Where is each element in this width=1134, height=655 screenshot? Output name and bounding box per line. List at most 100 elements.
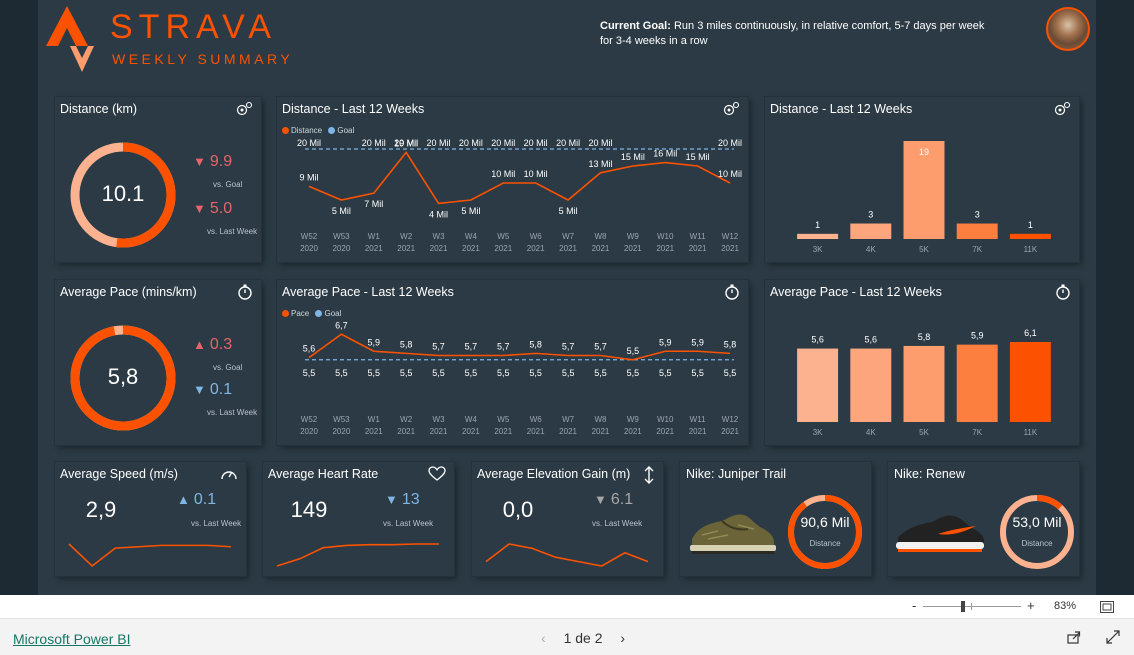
distance-trend-value-label: 15 Mil	[686, 152, 710, 162]
pace-trend-week-label: W5	[497, 415, 510, 424]
shoe-image-renew	[896, 515, 984, 552]
down-arrow-icon: ▼	[385, 492, 398, 507]
map-pin-icon	[235, 101, 253, 120]
pace-trend-year-label: 2021	[592, 427, 610, 436]
distance-vs-last: ▼ 5.0	[193, 200, 232, 218]
speed-kpi-card[interactable]: Average Speed (m/s) 2,9 ▲ 0.1 vs. Last We…	[55, 462, 246, 576]
distance-buckets-card[interactable]: Distance - Last 12 Weeks 1 3K 3 4K 19 5K 3 7K 1 1…	[765, 97, 1079, 262]
elevation-delta: ▼ 6.1	[594, 491, 633, 509]
distance-vs-goal-value: 9.9	[209, 153, 233, 170]
distance-buckets-value-label: 3	[868, 210, 873, 220]
power-bi-link[interactable]: Microsoft Power BI	[13, 631, 130, 647]
pace-trend-year-label: 2021	[689, 427, 707, 436]
pace-trend-week-label: W11	[690, 415, 706, 424]
shoe-image-juniper	[690, 514, 776, 554]
distance-trend-goal-label: 20 Mil	[297, 138, 321, 148]
distance-buckets-category-label: 5K	[919, 245, 929, 254]
distance-kpi-card[interactable]: Distance (km) 10.1 ▼ 9.9 vs. Goal ▼ 5.0 vs…	[55, 97, 261, 262]
distance-trend-card[interactable]: Distance - Last 12 Weeks Distance Goal 9…	[277, 97, 748, 262]
shoe-ring-renew	[1000, 495, 1074, 569]
share-icon[interactable]	[1067, 630, 1081, 649]
prev-page-button[interactable]: ‹	[541, 630, 546, 646]
distance-trend-goal-label: 20 Mil	[524, 138, 548, 148]
pace-trend-goal-label: 5,5	[594, 368, 607, 378]
pace-trend-chart: 5,6 5,5 W52 2020 6,7 5,5 W53 2020 5,9 5,5 W1 2021 5,…	[300, 320, 739, 436]
footer-bar: Microsoft Power BI ‹ 1 de 2 ›	[0, 619, 1134, 655]
distance-trend-week-label: W8	[594, 232, 607, 241]
distance-trend-year-label: 2020	[300, 244, 318, 253]
pace-vs-last: ▼ 0.1	[193, 381, 232, 399]
distance-trend-goal-label: 20 Mil	[459, 138, 483, 148]
distance-trend-year-label: 2021	[656, 244, 674, 253]
pace-trend-year-label: 2021	[624, 427, 642, 436]
heart-sparkline	[276, 543, 439, 567]
pace-buckets-category-label: 5K	[919, 428, 929, 437]
brand-subtitle: WEEKLY SUMMARY	[112, 51, 294, 67]
distance-kpi-value: 10.1	[101, 181, 145, 206]
pace-trend-value-label: 5,9	[368, 337, 381, 347]
heart-sparkline-line	[276, 543, 439, 567]
shoe-card-renew[interactable]: Nike: Renew 53,0 Mil Distance	[888, 462, 1079, 576]
pace-trend-year-label: 2020	[300, 427, 318, 436]
shoe-distance-value: 53,0 Mil	[1012, 514, 1062, 530]
distance-trend-year-label: 2021	[592, 244, 610, 253]
pace-buckets-bar	[903, 345, 945, 422]
zoom-slider-thumb[interactable]	[961, 601, 965, 612]
pace-trend-value-label: 5,7	[562, 342, 575, 352]
pace-trend-week-label: W8	[594, 415, 607, 424]
distance-trend-year-label: 2020	[332, 244, 350, 253]
speed-kpi-title: Average Speed (m/s)	[60, 467, 178, 481]
elevation-icon	[643, 466, 655, 487]
distance-trend-chart: 9 Mil 20 Mil W52 2020 5 Mil W53 2020 7 Mil 20 Mi…	[297, 138, 742, 253]
pace-vs-last-value: 0.1	[209, 381, 233, 398]
heart-kpi-card[interactable]: Average Heart Rate 149 ▼ 13 vs. Last Week	[263, 462, 454, 576]
distance-buckets-category-label: 7K	[972, 245, 982, 254]
shoe-card-juniper[interactable]: Nike: Juniper Trail 90,6 Mil Distance	[680, 462, 871, 576]
distance-buckets-category-label: 3K	[813, 245, 823, 254]
fullscreen-icon[interactable]	[1106, 630, 1120, 649]
elevation-delta-value: 6.1	[610, 491, 634, 508]
distance-trend-week-label: W53	[333, 232, 350, 241]
elevation-kpi-card[interactable]: Average Elevation Gain (m) 0,0 ▼ 6.1 vs. …	[472, 462, 663, 576]
distance-trend-year-label: 2021	[527, 244, 545, 253]
pace-vs-last-label: vs. Last Week	[207, 408, 258, 417]
distance-trend-week-label: W7	[562, 232, 575, 241]
pace-kpi-card[interactable]: Average Pace (mins/km) 5,8 ▲ 0.3 vs. Goal…	[55, 280, 261, 445]
zoom-slider[interactable]	[923, 601, 1021, 612]
pace-trend-year-label: 2021	[721, 427, 739, 436]
distance-trend-goal-label: 20 Mil	[427, 138, 451, 148]
distance-kpi-title: Distance (km)	[60, 102, 138, 116]
pace-trend-value-label: 5,5	[627, 346, 640, 356]
distance-buckets-category-label: 11K	[1024, 245, 1038, 254]
zoom-in-button[interactable]: +	[1027, 598, 1035, 613]
shoe-title: Nike: Juniper Trail	[686, 467, 787, 481]
distance-buckets-bar	[850, 223, 892, 239]
speedometer-icon	[220, 466, 238, 485]
distance-trend-value-label: 5 Mil	[461, 206, 480, 216]
distance-trend-year-label: 2021	[721, 244, 739, 253]
zoom-slider-center-tick	[971, 603, 972, 610]
pace-trend-goal-label: 5,5	[529, 368, 542, 378]
distance-trend-value-label: 4 Mil	[429, 209, 448, 219]
distance-vs-goal: ▼ 9.9	[193, 153, 232, 171]
distance-buckets-chart: 1 3K 3 4K 19 5K 3 7K 1 11K	[797, 141, 1051, 254]
shoe-ring-juniper-fill	[788, 495, 862, 569]
avatar[interactable]	[1046, 7, 1090, 51]
heart-delta: ▼ 13	[385, 491, 420, 509]
distance-trend-week-label: W12	[722, 232, 739, 241]
pace-buckets-value-label: 5,8	[918, 332, 931, 342]
next-page-button[interactable]: ›	[620, 630, 625, 646]
distance-buckets-value-label: 3	[975, 210, 980, 220]
distance-trend-year-label: 2021	[494, 244, 512, 253]
elevation-sparkline-line	[485, 543, 649, 567]
pace-buckets-card[interactable]: Average Pace - Last 12 Weeks 5,6 3K 5,6 4K 5…	[765, 280, 1079, 445]
distance-trend-week-label: W1	[368, 232, 381, 241]
zoom-out-button[interactable]: -	[912, 598, 916, 613]
distance-trend-value-label: 16 Mil	[653, 149, 677, 159]
pace-trend-goal-label: 5,5	[465, 368, 478, 378]
pace-trend-year-label: 2021	[559, 427, 577, 436]
fit-to-page-icon[interactable]	[1100, 600, 1114, 618]
speed-delta-label: vs. Last Week	[191, 519, 242, 528]
pace-trend-card[interactable]: Average Pace - Last 12 Weeks Pace Goal 5…	[277, 280, 748, 445]
distance-trend-goal-label: 20 Mil	[394, 138, 418, 148]
